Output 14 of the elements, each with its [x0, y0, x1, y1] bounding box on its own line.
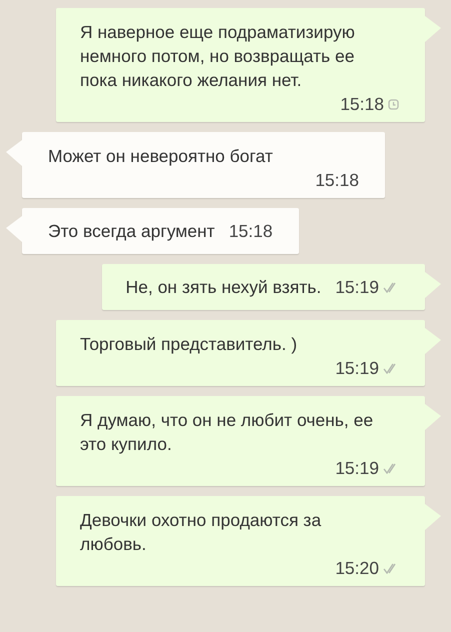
- message-time: 15:18: [228, 220, 273, 243]
- message-text: Может он невероятно богат: [48, 145, 274, 168]
- message-time: 15:20: [335, 557, 379, 580]
- message-time: 15:19: [335, 457, 379, 480]
- message-text: Торговый представитель. ): [80, 333, 298, 356]
- message-text: Я думаю, что он не любит очень, ее это купило.: [80, 409, 374, 456]
- message-time: 15:18: [315, 169, 359, 192]
- message-text: Это всегда аргумент: [48, 220, 215, 243]
- message-text: Я наверное еще подраматизирую немного потом, но возвращать ее пока никакого желания нет.: [80, 21, 356, 92]
- message-text: Девочки охотно продаются за любовь.: [80, 509, 322, 556]
- message-time: 15:19: [335, 276, 379, 299]
- message-text: Не, он зять нехуй взять.: [126, 276, 322, 299]
- message-time: 15:19: [335, 357, 379, 380]
- message-time: 15:18: [340, 93, 384, 116]
